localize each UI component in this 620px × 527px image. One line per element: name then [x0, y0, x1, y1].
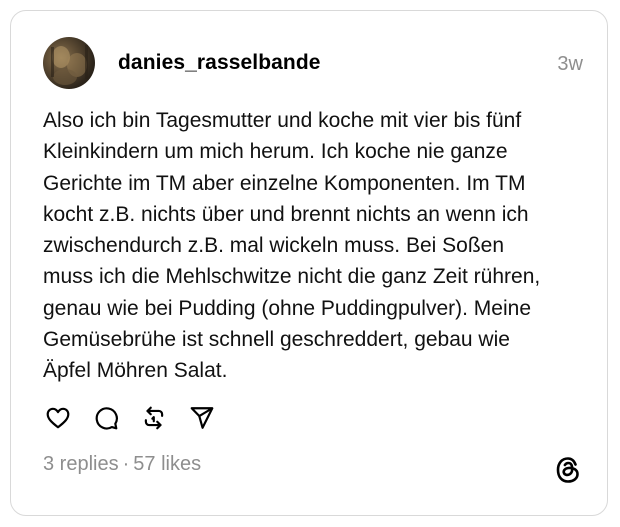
share-button[interactable] — [185, 401, 219, 435]
avatar-photo — [51, 45, 88, 85]
avatar[interactable] — [43, 37, 95, 89]
speech-bubble-icon — [95, 407, 118, 430]
repost-button[interactable] — [137, 401, 171, 435]
likes-count[interactable]: 57 likes — [133, 453, 201, 475]
send-icon — [190, 407, 214, 429]
like-button[interactable] — [41, 401, 75, 435]
action-bar — [41, 401, 219, 435]
post-text: Also ich bin Tagesmutter und koche mit v… — [43, 109, 541, 383]
reply-button[interactable] — [89, 401, 123, 435]
post-timestamp[interactable]: 3w — [557, 53, 583, 76]
post-card: danies_rasselbande 3w Also ich bin Tages… — [10, 10, 608, 516]
replies-count[interactable]: 3 replies — [43, 453, 119, 475]
threads-logo-icon — [556, 457, 579, 483]
post-stats: 3 replies · 57 likes — [43, 453, 201, 476]
threads-logo[interactable] — [553, 455, 583, 485]
stats-separator: · — [122, 453, 130, 475]
username[interactable]: danies_rasselbande — [118, 51, 321, 75]
repost-icon — [144, 406, 164, 430]
heart-icon — [46, 407, 70, 429]
